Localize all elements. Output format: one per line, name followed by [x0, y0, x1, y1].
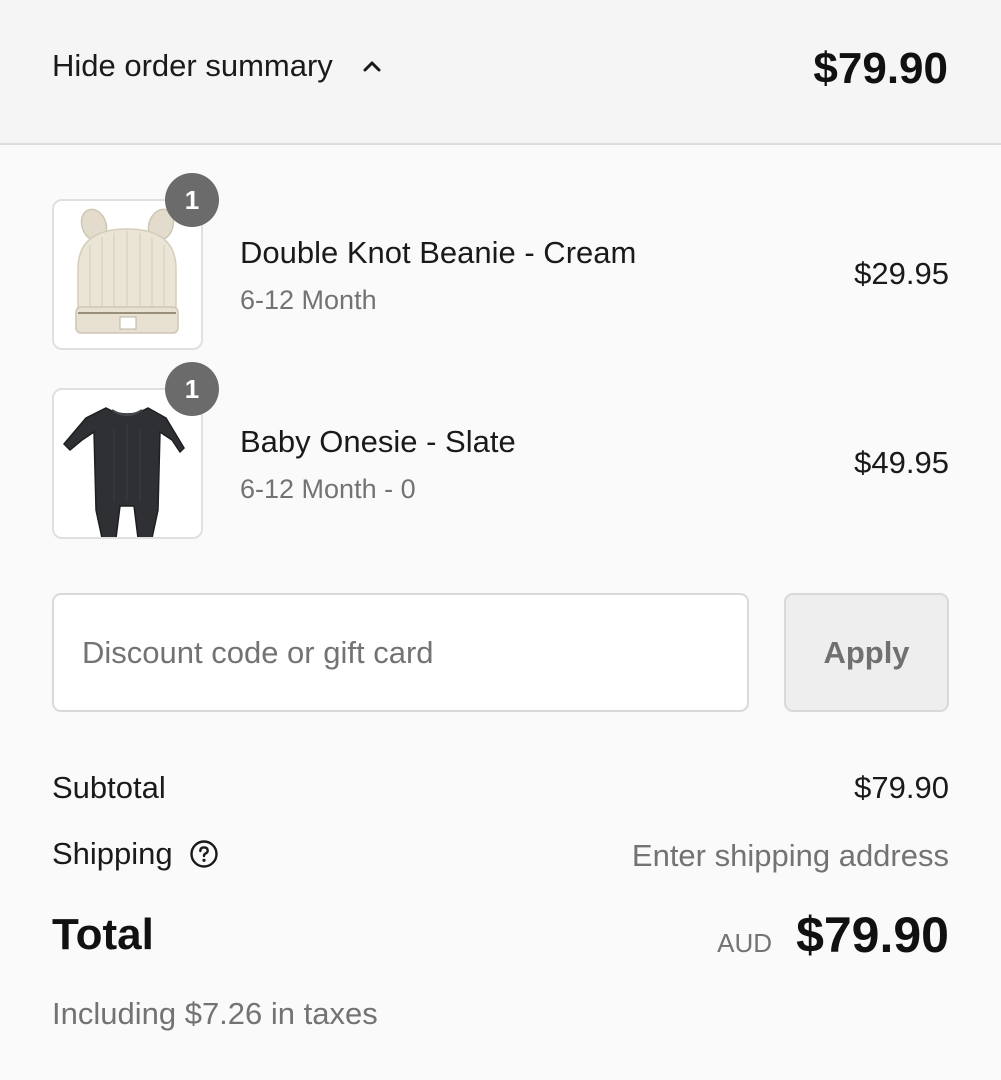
subtotal-label: Subtotal: [52, 770, 166, 805]
grand-total: $79.90: [796, 907, 949, 963]
hide-order-summary-toggle[interactable]: Hide order summary: [52, 48, 383, 84]
tax-note: Including $7.26 in taxes: [52, 996, 378, 1031]
header-total: $79.90: [813, 44, 948, 93]
currency-code: AUD: [717, 928, 773, 958]
apply-discount-button[interactable]: Apply: [784, 593, 949, 712]
item-name: Baby Onesie - Slate: [240, 424, 516, 459]
shipping-label: Shipping: [52, 836, 173, 871]
toggle-label: Hide order summary: [52, 48, 333, 83]
quantity-badge: 1: [165, 173, 219, 227]
subtotal-value: $79.90: [854, 770, 949, 805]
item-variant: 6-12 Month - 0: [240, 474, 416, 504]
shipping-label-row: Shipping: [52, 836, 219, 872]
total-label: Total: [52, 910, 154, 959]
shipping-value: Enter shipping address: [631, 838, 949, 873]
question-circle-icon[interactable]: [189, 839, 219, 869]
item-price: $49.95: [854, 445, 949, 480]
item-name: Double Knot Beanie - Cream: [240, 235, 637, 270]
item-price: $29.95: [854, 256, 949, 291]
line-item: 1 Double Knot Beanie - Cream 6-12 Month …: [52, 173, 949, 353]
order-summary-header: Hide order summary $79.90: [0, 0, 1001, 145]
item-variant: 6-12 Month: [240, 285, 377, 315]
quantity-badge: 1: [165, 362, 219, 416]
line-item: 1 Baby Onesie - Slate 6-12 Month - 0 $49…: [52, 362, 949, 542]
total-amount: AUD $79.90: [717, 906, 949, 964]
chevron-up-icon: [363, 61, 381, 72]
discount-code-input[interactable]: [52, 593, 749, 712]
